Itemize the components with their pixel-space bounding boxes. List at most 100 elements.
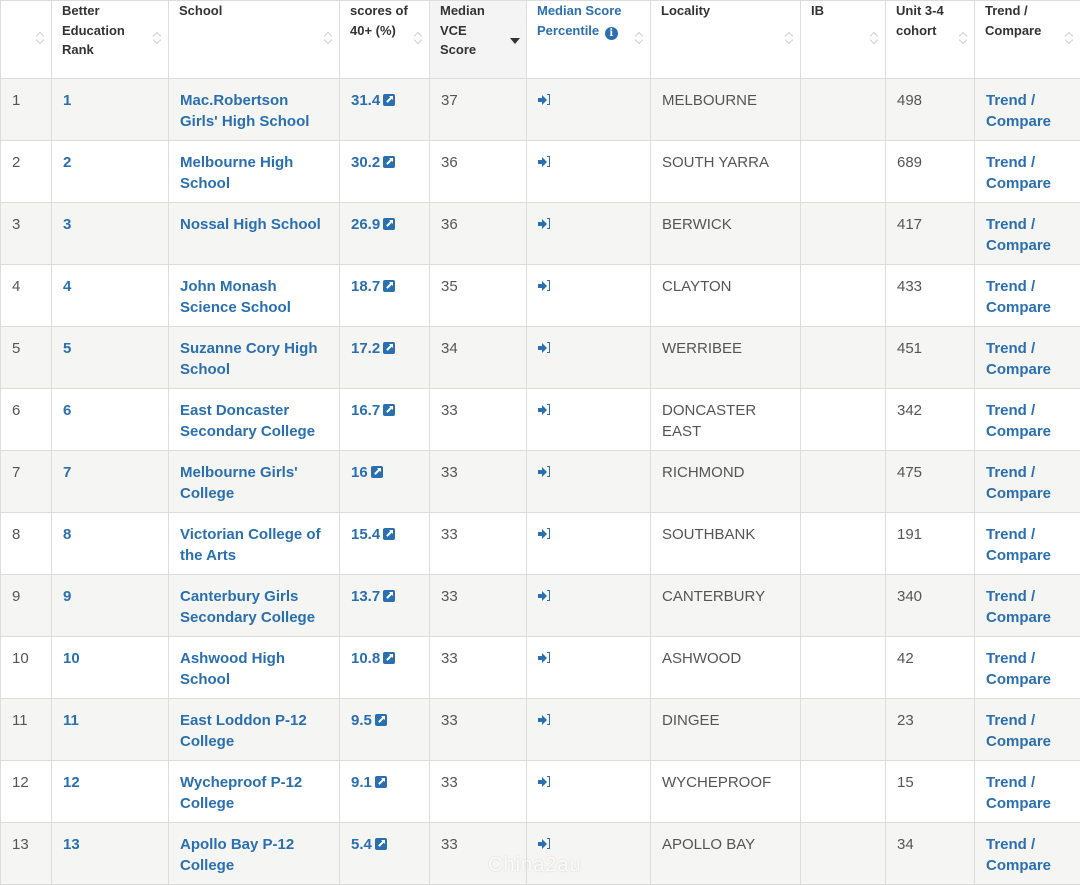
trend-compare-link[interactable]: Trend / Compare: [986, 154, 1051, 192]
rank-link[interactable]: 2: [63, 154, 71, 171]
school-link[interactable]: Wycheproof P-12 College: [180, 774, 302, 812]
scores40-link[interactable]: 30.2: [351, 154, 395, 171]
rank-link[interactable]: 10: [63, 650, 80, 667]
watermark: Chinа2au: [488, 854, 582, 877]
school-link[interactable]: Ashwood High School: [180, 650, 285, 688]
percentile-button[interactable]: [538, 774, 551, 791]
trend-cell: Trend / Compare: [975, 575, 1080, 637]
trend-compare-link[interactable]: Trend / Compare: [986, 836, 1051, 874]
scores40-link[interactable]: 10.8: [351, 650, 395, 667]
scores40-link[interactable]: 31.4: [351, 92, 395, 109]
percentile-button[interactable]: [538, 588, 551, 605]
scores40-cell: 18.7: [340, 265, 430, 327]
percentile-button[interactable]: [538, 526, 551, 543]
percentile-button[interactable]: [538, 650, 551, 667]
table-body: 11Mac.Robertson Girls' High School31.437…: [1, 79, 1080, 885]
scores40-link[interactable]: 18.7: [351, 278, 395, 295]
cohort-cell: 191: [886, 513, 975, 575]
rank-link[interactable]: 13: [63, 836, 80, 853]
col-scores40-header[interactable]: scores of 40+ (%): [340, 1, 430, 79]
sign-in-icon: [538, 280, 551, 292]
trend-compare-link[interactable]: Trend / Compare: [986, 650, 1051, 688]
trend-cell: Trend / Compare: [975, 761, 1080, 823]
col-index-header[interactable]: [1, 1, 52, 79]
trend-compare-link[interactable]: Trend / Compare: [986, 92, 1051, 130]
school-link[interactable]: Victorian College of the Arts: [180, 526, 321, 564]
school-link[interactable]: East Loddon P-12 College: [180, 712, 307, 750]
trend-compare-link[interactable]: Trend / Compare: [986, 526, 1051, 564]
trend-compare-link[interactable]: Trend / Compare: [986, 588, 1051, 626]
rank-link[interactable]: 9: [63, 588, 71, 605]
col-ib-header[interactable]: IB: [801, 1, 886, 79]
locality-cell: MELBOURNE: [651, 79, 801, 141]
school-link[interactable]: East Doncaster Secondary College: [180, 402, 315, 440]
sign-in-icon: [538, 590, 551, 602]
rank-link[interactable]: 4: [63, 278, 71, 295]
median-vce-cell: 34: [430, 327, 527, 389]
scores40-cell: 16.7: [340, 389, 430, 451]
col-school-header[interactable]: School: [169, 1, 340, 79]
trend-compare-link[interactable]: Trend / Compare: [986, 402, 1051, 440]
col-median-percentile-header[interactable]: Median Score Percentile i: [527, 1, 651, 79]
col-rank-header[interactable]: Better Education Rank: [52, 1, 169, 79]
percentile-button[interactable]: [538, 154, 551, 171]
rank-link[interactable]: 12: [63, 774, 80, 791]
col-cohort-header[interactable]: Unit 3-4 cohort: [886, 1, 975, 79]
school-link[interactable]: John Monash Science School: [180, 278, 291, 316]
trend-compare-link[interactable]: Trend / Compare: [986, 340, 1051, 378]
scores40-link[interactable]: 17.2: [351, 340, 395, 357]
scores40-link[interactable]: 13.7: [351, 588, 395, 605]
rank-link[interactable]: 7: [63, 464, 71, 481]
percentile-button[interactable]: [538, 464, 551, 481]
scores40-link[interactable]: 15.4: [351, 526, 395, 543]
scores40-link[interactable]: 16.7: [351, 402, 395, 419]
trend-compare-link[interactable]: Trend / Compare: [986, 278, 1051, 316]
scores40-link[interactable]: 16: [351, 464, 383, 481]
col-median-vce-header[interactable]: Median VCE Score: [430, 1, 527, 79]
percentile-button[interactable]: [538, 836, 551, 853]
rank-link[interactable]: 11: [63, 712, 79, 729]
rank-link[interactable]: 5: [63, 340, 71, 357]
school-link[interactable]: Melbourne Girls' College: [180, 464, 298, 502]
school-link[interactable]: Suzanne Cory High School: [180, 340, 318, 378]
info-circle-icon[interactable]: i: [605, 27, 618, 40]
median-percentile-cell: [527, 141, 651, 203]
percentile-button[interactable]: [538, 402, 551, 419]
cohort-cell: 15: [886, 761, 975, 823]
trend-compare-link[interactable]: Trend / Compare: [986, 774, 1051, 812]
col-trend-header[interactable]: Trend / Compare: [975, 1, 1080, 79]
ib-cell: [801, 389, 886, 451]
trend-compare-link[interactable]: Trend / Compare: [986, 216, 1051, 254]
scores40-link[interactable]: 9.1: [351, 774, 387, 791]
percentile-button[interactable]: [538, 216, 551, 233]
external-link-icon: [375, 776, 387, 788]
rank-link[interactable]: 6: [63, 402, 71, 419]
school-cell: Suzanne Cory High School: [169, 327, 340, 389]
trend-compare-link[interactable]: Trend / Compare: [986, 712, 1051, 750]
locality-cell: CANTERBURY: [651, 575, 801, 637]
scores40-link[interactable]: 9.5: [351, 712, 387, 729]
school-link[interactable]: Apollo Bay P-12 College: [180, 836, 294, 874]
row-index: 6: [1, 389, 52, 451]
rank-link[interactable]: 3: [63, 216, 71, 233]
row-index: 7: [1, 451, 52, 513]
school-link[interactable]: Nossal High School: [180, 216, 321, 233]
percentile-button[interactable]: [538, 712, 551, 729]
rank-link[interactable]: 8: [63, 526, 71, 543]
percentile-button[interactable]: [538, 278, 551, 295]
rank-link[interactable]: 1: [63, 92, 71, 109]
trend-compare-link[interactable]: Trend / Compare: [986, 464, 1051, 502]
scores40-link[interactable]: 5.4: [351, 836, 387, 853]
ib-cell: [801, 761, 886, 823]
percentile-button[interactable]: [538, 340, 551, 357]
locality-cell: WERRIBEE: [651, 327, 801, 389]
school-link[interactable]: Mac.Robertson Girls' High School: [180, 92, 309, 130]
col-locality-header[interactable]: Locality: [651, 1, 801, 79]
median-vce-cell: 37: [430, 79, 527, 141]
median-percentile-cell: [527, 79, 651, 141]
school-link[interactable]: Melbourne High School: [180, 154, 293, 192]
school-link[interactable]: Canterbury Girls Secondary College: [180, 588, 315, 626]
scores40-link[interactable]: 26.9: [351, 216, 395, 233]
percentile-button[interactable]: [538, 92, 551, 109]
table-row: 44John Monash Science School18.735CLAYTO…: [1, 265, 1080, 327]
